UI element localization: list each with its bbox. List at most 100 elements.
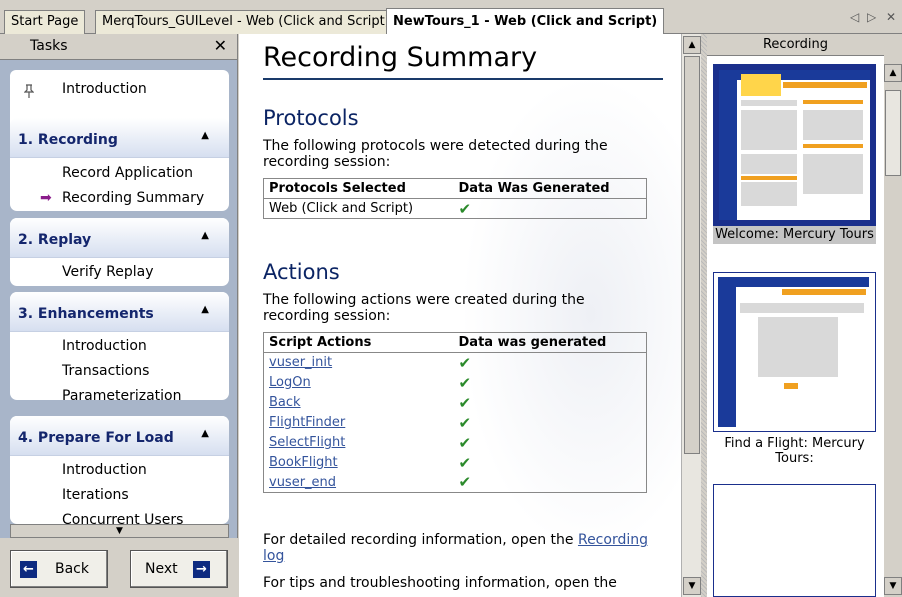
task-introduction-label: Introduction bbox=[62, 81, 147, 97]
recording-log-text: For detailed recording information, open… bbox=[263, 532, 663, 564]
task-group-replay: 2. Replay ▲ Verify Replay bbox=[10, 218, 229, 286]
task-group-title: 3. Enhancements bbox=[18, 306, 154, 322]
column-header: Data was generated bbox=[453, 332, 647, 353]
task-group-title: 4. Prepare For Load bbox=[18, 430, 174, 446]
action-link-logon[interactable]: LogOn bbox=[269, 375, 311, 390]
action-link-selectflight[interactable]: SelectFlight bbox=[269, 435, 345, 450]
page-title: Recording Summary bbox=[263, 42, 538, 73]
table-row: BookFlight ✔ bbox=[264, 453, 647, 473]
table-row: LogOn ✔ bbox=[264, 373, 647, 393]
task-recording-summary[interactable]: ➡ Recording Summary bbox=[10, 186, 229, 211]
table-row: Web (Click and Script) ✔ bbox=[264, 199, 647, 219]
recording-log-prefix: For detailed recording information, open… bbox=[263, 532, 578, 548]
task-group-header[interactable]: 3. Enhancements ▲ bbox=[10, 292, 229, 332]
tab-start-page[interactable]: Start Page bbox=[4, 10, 86, 34]
checkmark-icon: ✔ bbox=[458, 353, 472, 372]
task-group-prepare-for-load: 4. Prepare For Load ▲ Introduction Itera… bbox=[10, 416, 229, 524]
table-row: Back ✔ bbox=[264, 393, 647, 413]
tasks-title: Tasks bbox=[30, 38, 68, 54]
action-link-back[interactable]: Back bbox=[269, 395, 301, 410]
scrollbar-thumb[interactable] bbox=[885, 90, 901, 176]
scroll-down-icon[interactable]: ▼ bbox=[683, 577, 701, 595]
recording-pane: Recording Welcome: Mercury Tours Find a … bbox=[707, 34, 884, 597]
action-link-vuser-init[interactable]: vuser_init bbox=[269, 355, 332, 370]
current-step-arrow-icon: ➡ bbox=[40, 190, 52, 206]
task-group-header[interactable]: 1. Recording ▲ bbox=[10, 118, 229, 158]
task-group-recording: 1. Recording ▲ Record Application ➡ Reco… bbox=[10, 118, 229, 211]
task-nav-bar: ← Back Next → bbox=[0, 538, 238, 597]
back-button-label: Back bbox=[55, 561, 89, 577]
scrollbar-thumb[interactable] bbox=[684, 56, 700, 454]
pushpin-icon bbox=[23, 84, 35, 102]
task-enh-introduction[interactable]: Introduction bbox=[10, 334, 229, 359]
task-iterations[interactable]: Iterations bbox=[10, 483, 229, 508]
actions-description: The following actions were created durin… bbox=[263, 292, 585, 324]
snapshot-caption: Welcome: Mercury Tours bbox=[713, 226, 876, 244]
action-link-flightfinder[interactable]: FlightFinder bbox=[269, 415, 345, 430]
tasks-pane: Tasks ✕ Introduction 1. Recording ▲ Reco… bbox=[0, 34, 238, 597]
snapshot-thumbnail[interactable] bbox=[713, 64, 876, 226]
collapse-caret-icon[interactable]: ▲ bbox=[201, 230, 209, 241]
snapshot-caption: Find a Flight: Mercury Tours: bbox=[724, 436, 865, 466]
scroll-down-icon[interactable]: ▼ bbox=[884, 577, 902, 595]
action-link-vuser-end[interactable]: vuser_end bbox=[269, 475, 336, 490]
column-header: Script Actions bbox=[263, 332, 454, 353]
checkmark-icon: ✔ bbox=[458, 199, 472, 218]
tab-merqtours-guilevel[interactable]: MerqTours_GUILevel - Web (Click and Scri… bbox=[95, 10, 397, 34]
collapse-caret-icon[interactable]: ▲ bbox=[201, 130, 209, 141]
next-button[interactable]: Next → bbox=[130, 550, 228, 588]
task-transactions[interactable]: Transactions bbox=[10, 359, 229, 384]
scroll-up-icon[interactable]: ▲ bbox=[683, 36, 701, 54]
content-scrollbar[interactable]: ▲ ▼ bbox=[681, 34, 701, 597]
checkmark-icon: ✔ bbox=[458, 413, 472, 432]
table-row: vuser_init ✔ bbox=[264, 353, 647, 373]
collapse-caret-icon[interactable]: ▲ bbox=[201, 428, 209, 439]
task-group-title: 1. Recording bbox=[18, 132, 118, 148]
checkmark-icon: ✔ bbox=[458, 473, 472, 492]
task-group-header[interactable]: 4. Prepare For Load ▲ bbox=[10, 416, 229, 456]
next-button-label: Next bbox=[145, 561, 178, 577]
protocols-description: The following protocols were detected du… bbox=[263, 138, 608, 170]
recording-header: Recording bbox=[707, 34, 884, 56]
troubleshooting-text: For tips and troubleshooting information… bbox=[263, 575, 617, 591]
checkmark-icon: ✔ bbox=[458, 453, 472, 472]
table-row: SelectFlight ✔ bbox=[264, 433, 647, 453]
actions-heading: Actions bbox=[263, 260, 340, 284]
summary-content: Recording Summary Protocols The followin… bbox=[239, 34, 681, 597]
actions-table: Script Actions Data was generated vuser_… bbox=[263, 332, 647, 493]
arrow-left-icon: ← bbox=[20, 561, 37, 578]
document-tab-bar: Start Page MerqTours_GUILevel - Web (Cli… bbox=[0, 0, 902, 35]
checkmark-icon: ✔ bbox=[458, 373, 472, 392]
protocol-name: Web (Click and Script) bbox=[269, 201, 414, 216]
tab-scroll-left-icon[interactable]: ◁ bbox=[850, 10, 859, 24]
back-button[interactable]: ← Back bbox=[10, 550, 108, 588]
task-scroll-down-icon[interactable]: ▼ bbox=[10, 524, 229, 538]
task-parameterization[interactable]: Parameterization bbox=[10, 384, 229, 400]
scroll-up-icon[interactable]: ▲ bbox=[884, 64, 902, 82]
checkmark-icon: ✔ bbox=[458, 433, 472, 452]
task-group-header[interactable]: 2. Replay ▲ bbox=[10, 218, 229, 258]
action-link-bookflight[interactable]: BookFlight bbox=[269, 455, 338, 470]
task-record-application[interactable]: Record Application bbox=[10, 161, 229, 186]
tab-newtours-1[interactable]: NewTours_1 - Web (Click and Script) bbox=[386, 8, 665, 35]
tab-scroll-right-icon[interactable]: ▷ bbox=[867, 10, 876, 24]
close-tab-icon[interactable]: ✕ bbox=[886, 10, 896, 24]
table-row: FlightFinder ✔ bbox=[264, 413, 647, 433]
task-group-title: 2. Replay bbox=[18, 232, 92, 248]
tasks-header: Tasks ✕ bbox=[0, 34, 237, 60]
snapshot-thumbnail[interactable] bbox=[713, 272, 876, 432]
title-divider bbox=[263, 78, 663, 80]
column-header: Protocols Selected bbox=[263, 178, 454, 199]
close-icon[interactable]: ✕ bbox=[214, 36, 227, 55]
recording-scrollbar[interactable]: ▲ ▼ bbox=[884, 34, 902, 597]
collapse-caret-icon[interactable]: ▲ bbox=[201, 304, 209, 315]
snapshot-image bbox=[719, 70, 870, 220]
checkmark-icon: ✔ bbox=[458, 393, 472, 412]
snapshot-thumbnail[interactable] bbox=[713, 484, 876, 597]
task-concurrent-users[interactable]: Concurrent Users bbox=[10, 508, 229, 524]
task-load-introduction[interactable]: Introduction bbox=[10, 458, 229, 483]
protocols-table: Protocols Selected Data Was Generated We… bbox=[263, 178, 647, 219]
snapshot-image bbox=[718, 277, 869, 427]
column-header: Data Was Generated bbox=[453, 178, 647, 199]
task-verify-replay[interactable]: Verify Replay bbox=[10, 260, 229, 285]
